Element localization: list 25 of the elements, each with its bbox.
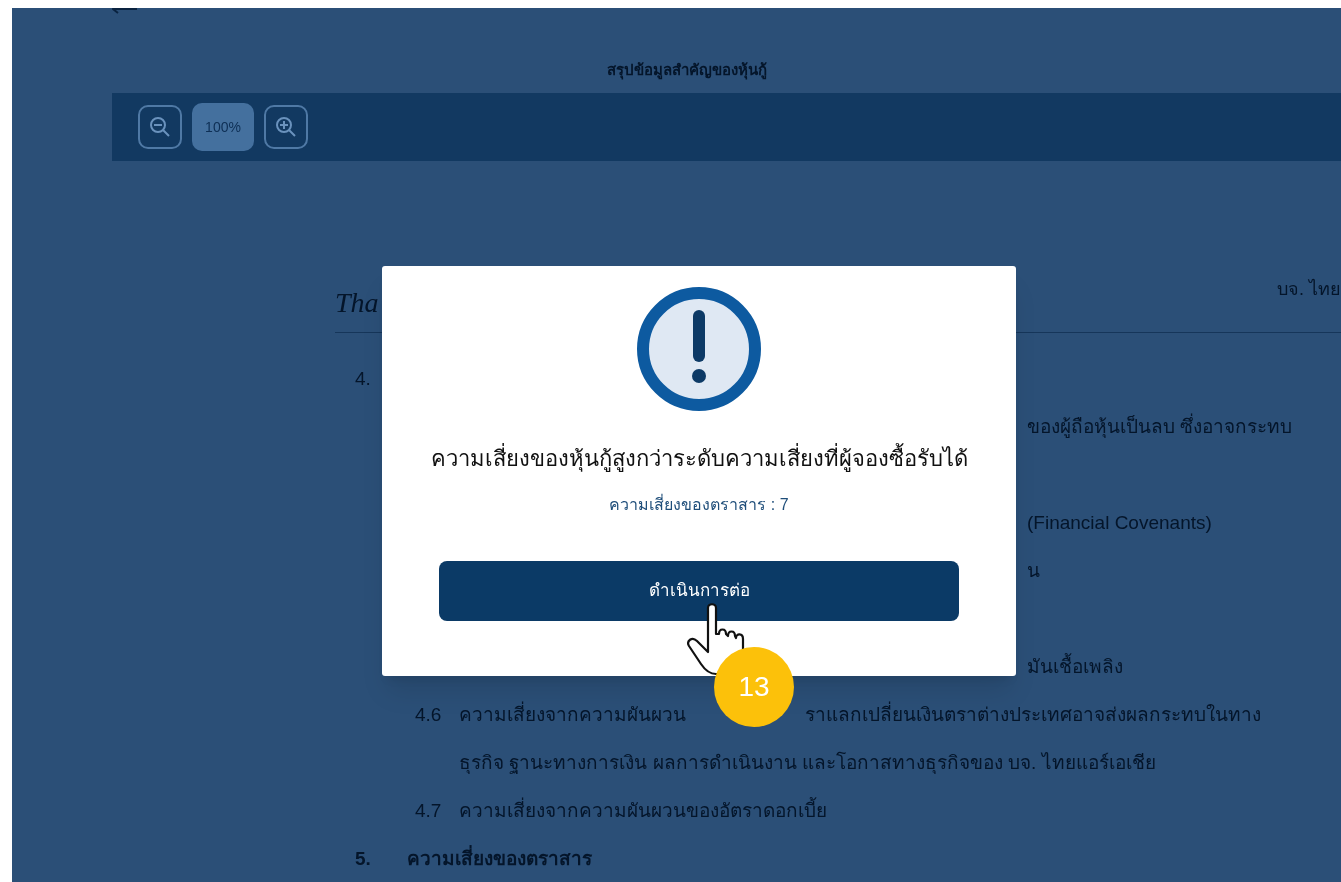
zoom-in-icon: [275, 116, 297, 138]
section-number: 4.6: [415, 702, 443, 727]
document-text: น: [1027, 558, 1040, 583]
dialog-title: ความเสี่ยงของหุ้นกู้สูงกว่าระดับความเสี่ยงที่ผู้จองซื้อรับได้: [430, 442, 968, 475]
document-text: ความเสี่ยงจากความผันผวนของอัตราดอกเบี้ย: [459, 796, 827, 823]
issuer-name: บจ. ไทย: [1277, 278, 1341, 301]
warning-icon: [636, 286, 762, 412]
continue-button[interactable]: ดำเนินการต่อ: [439, 561, 959, 621]
company-logo: Tha: [335, 286, 379, 320]
zoom-in-button[interactable]: [264, 105, 308, 149]
document-text: มันเชื้อเพลิง: [1027, 652, 1123, 679]
document-text: ของผู้ถือหุ้นเป็นลบ ซึ่งอาจกระทบ: [1027, 412, 1293, 440]
step-badge: 13: [714, 647, 794, 727]
dialog-subtitle: ความเสี่ยงของตราสาร : 7: [609, 493, 789, 515]
section-number: 5.: [355, 846, 372, 871]
section-heading: ความเสี่ยงของตราสาร: [407, 844, 592, 871]
document-text: (Financial Covenants): [1027, 510, 1212, 535]
zoom-out-icon: [149, 116, 171, 138]
section-number: 4.: [355, 366, 371, 391]
document-text: ธุรกิจ ฐานะทางการเงิน ผลการดำเนินงาน และโอกาสทางธุรกิจของ บจ. ไทยแอร์เอเชีย: [459, 750, 1156, 776]
zoom-out-button[interactable]: [138, 105, 182, 149]
document-text: ราแลกเปลี่ยนเงินตราต่างประเทศอาจส่งผลกระทบในทาง: [805, 700, 1261, 727]
document-text: ความเสี่ยงจากความผันผวน: [459, 700, 686, 727]
page-title: สรุปข้อมูลสำคัญของหุ้นกู้: [606, 60, 767, 82]
section-number: 4.7: [415, 798, 443, 823]
